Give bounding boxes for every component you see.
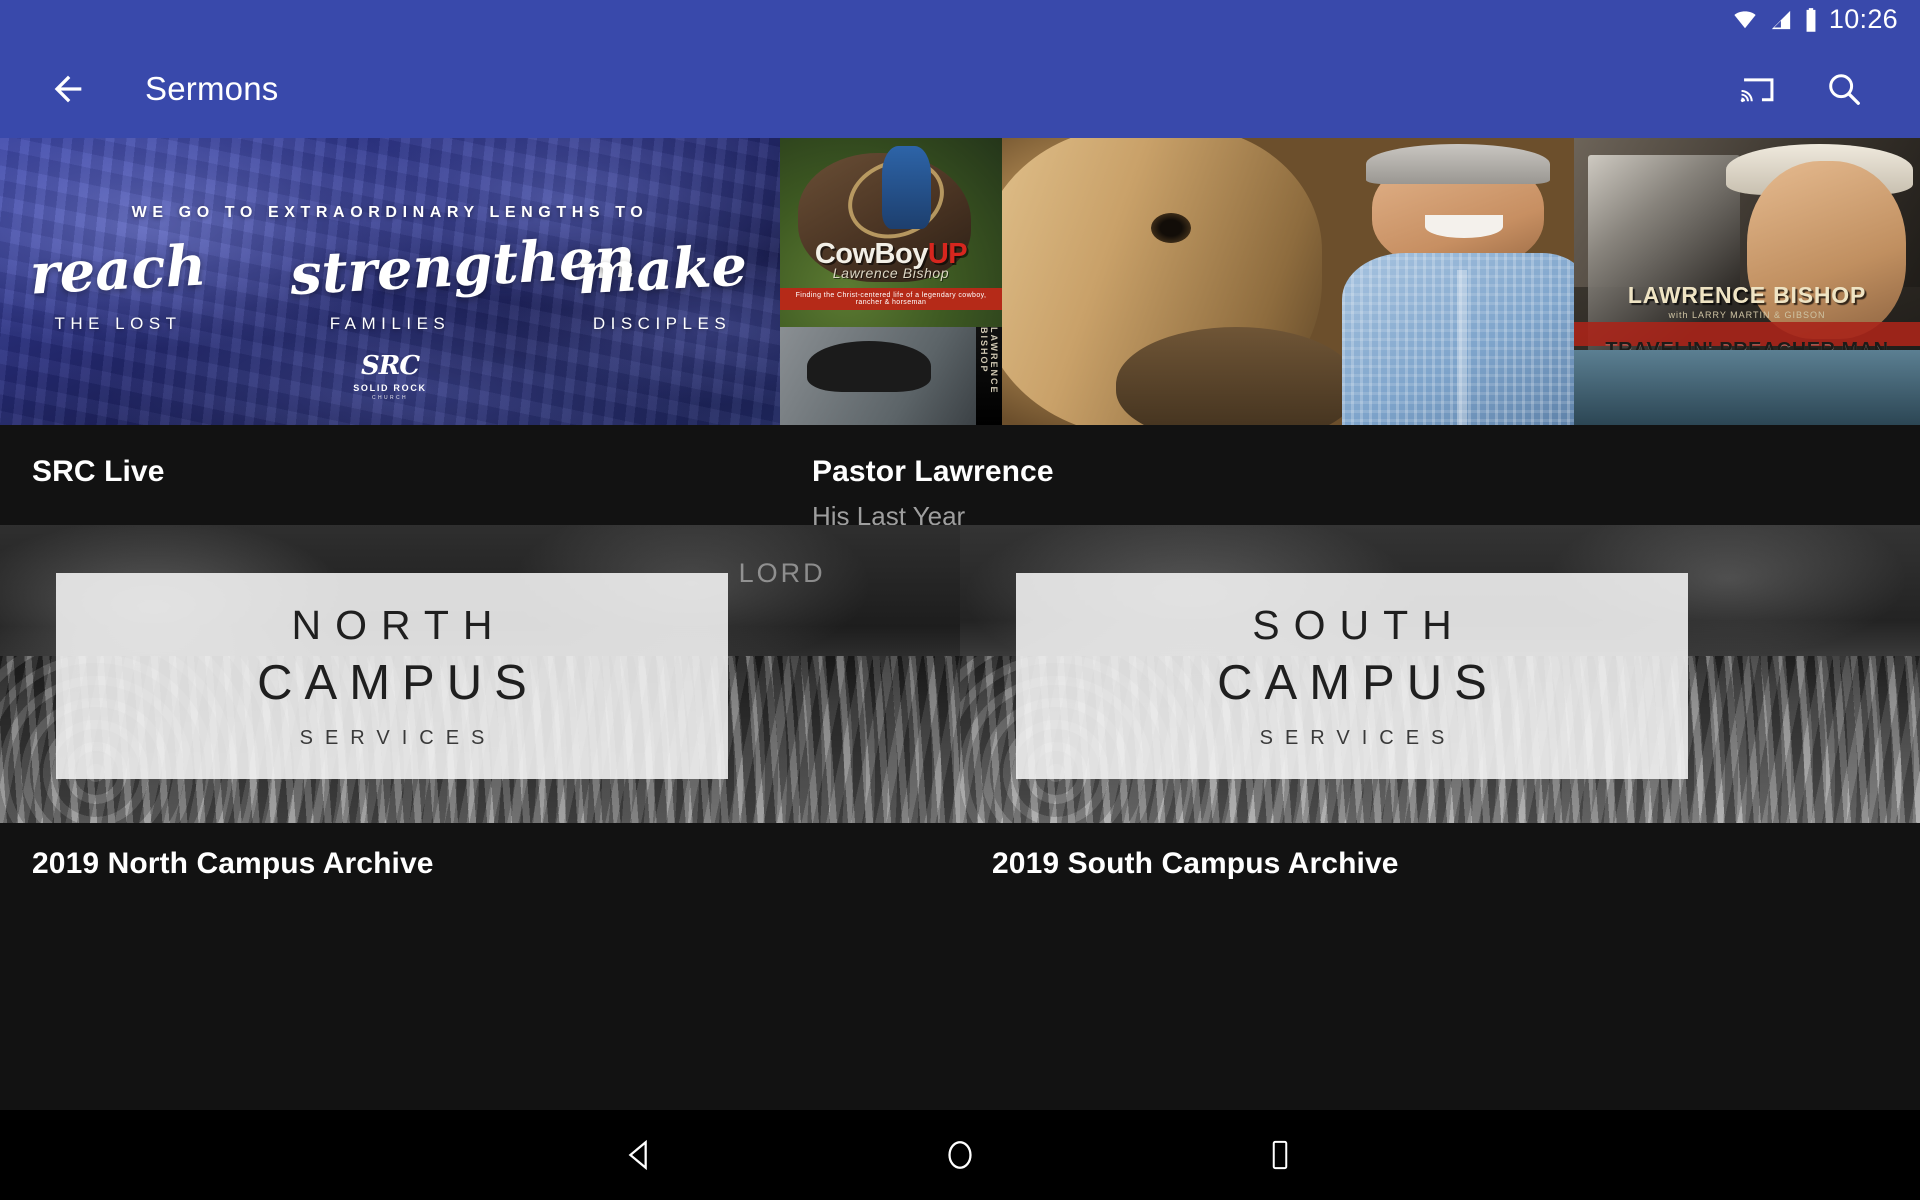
cowboy-hat [806,341,931,392]
logo-subtitle: CHURCH [371,395,409,401]
square-recents-icon[interactable] [1245,1120,1315,1190]
north-campus-title-plate: NORTH CAMPUS SERVICES [56,573,728,779]
album-cover-bottom [1574,350,1920,425]
triangle-back-icon[interactable] [605,1120,675,1190]
card-2019-north-campus-archive[interactable]: LORD NORTH CAMPUS SERVICES 2019 North Ca… [0,525,960,895]
rider-figure [882,145,931,229]
pastor-with-horse-photo [1002,138,1574,425]
plate-line-3: SERVICES [1259,727,1457,749]
card-thumbnail: CowBoyUP Lawrence Bishop Finding the Chr… [780,138,1920,425]
stage-banner-text: LORD [738,557,826,588]
artwork-phrase: strengthen FAMILIES [288,224,636,334]
status-bar: 10:26 [0,0,1920,40]
back-arrow-icon[interactable] [40,61,96,117]
solid-rock-church-logo: SRC SOLID ROCK CHURCH [0,353,780,401]
card-subtitle: His Last Year [812,501,966,525]
card-title: SRC Live [32,455,165,488]
book-spine: LAWRENCE BISHOP [976,327,1002,425]
artwork-phrase: reach THE LOST [18,232,218,334]
book-author: Lawrence Bishop [832,264,950,281]
card-thumbnail: SOUTH CAMPUS SERVICES [960,525,1920,823]
artwork-phrase-caps: DISCIPLES [592,314,732,333]
pastor-portrait [1277,138,1574,425]
shirt-placket [1456,270,1467,425]
artwork-phrase: make DISCIPLES [562,233,762,334]
card-title: Pastor Lawrence [812,455,1054,488]
plate-line-3: SERVICES [299,727,497,749]
card-meta: Pastor Lawrence His Last Year [780,425,1920,525]
app-bar-actions [1730,61,1872,117]
card-title: 2019 North Campus Archive [32,847,434,880]
chromecast-icon[interactable] [1730,61,1786,117]
south-campus-title-plate: SOUTH CAMPUS SERVICES [1016,573,1688,779]
card-meta: 2019 South Campus Archive [960,823,1920,895]
circle-home-icon[interactable] [925,1120,995,1190]
app-bar: Sermons [0,40,1920,138]
book-cover-top: CowBoyUP Lawrence Bishop Finding the Chr… [780,138,1002,328]
page-title: Sermons [145,70,279,107]
card-2019-south-campus-archive[interactable]: SOUTH CAMPUS SERVICES 2019 South Campus … [960,525,1920,895]
book-cover-bottom: LAWRENCE BISHOP [780,327,1002,425]
search-icon[interactable] [1816,61,1872,117]
travelin-preacher-man-album-cover: LAWRENCE BISHOP with LARRY MARTIN & GIBS… [1574,138,1920,425]
horse-eye [1150,212,1191,243]
plate-line-2: CAMPUS [1217,656,1499,710]
card-pastor-lawrence[interactable]: CowBoyUP Lawrence Bishop Finding the Chr… [780,138,1920,525]
status-bar-clock: 10:26 [1828,3,1898,34]
artwork-kicker: WE GO TO EXTRAORDINARY LENGTHS TO [131,204,649,221]
artwork-phrase-script: reach [28,232,208,308]
android-navigation-bar [0,1110,1920,1200]
artwork-phrase-caps: FAMILIES [329,314,451,333]
book-spine-text: LAWRENCE BISHOP [979,327,999,395]
album-credit: with LARRY MARTIN & GIBSON [1668,310,1826,321]
plate-line-2: CAMPUS [257,656,539,710]
album-artist-name: LAWRENCE BISHOP [1627,281,1867,308]
card-thumbnail: LORD NORTH CAMPUS SERVICES [0,525,960,823]
app-root: 10:26 Sermons WE GO TO EXTRAORDINARY LEN… [0,0,1920,1200]
plate-line-1: SOUTH [1252,602,1466,648]
card-meta: SRC Live [0,425,780,525]
cellular-signal-icon [1769,9,1793,31]
logo-name: SOLID ROCK [353,383,427,393]
wifi-icon [1731,9,1759,31]
artwork-phrase-caps: THE LOST [54,314,182,333]
artwork-phrase-script: make [575,232,749,308]
card-meta: 2019 North Campus Archive [0,823,960,895]
plate-line-1: NORTH [291,602,507,648]
cowboy-up-book-cover: CowBoyUP Lawrence Bishop Finding the Chr… [780,138,1002,425]
battery-icon [1803,7,1819,33]
artwork-phrases: reach THE LOST strengthen FAMILIES make … [0,224,780,334]
artwork-phrase-script: strengthen [288,224,637,309]
logo-monogram: SRC [360,351,420,381]
pastor-lawrence-artwork: CowBoyUP Lawrence Bishop Finding the Chr… [780,138,1920,425]
src-live-artwork-text: WE GO TO EXTRAORDINARY LENGTHS TO reach … [0,138,780,425]
card-thumbnail: WE GO TO EXTRAORDINARY LENGTHS TO reach … [0,138,780,425]
book-band-text: Finding the Christ-centered life of a le… [780,287,1002,310]
card-src-live[interactable]: WE GO TO EXTRAORDINARY LENGTHS TO reach … [0,138,780,525]
card-title: 2019 South Campus Archive [992,847,1399,880]
grid-row-2: LORD NORTH CAMPUS SERVICES 2019 North Ca… [0,525,1920,895]
sermons-grid: WE GO TO EXTRAORDINARY LENGTHS TO reach … [0,138,1920,1110]
grid-row-1: WE GO TO EXTRAORDINARY LENGTHS TO reach … [0,138,1920,525]
pastor-hair [1365,143,1551,184]
